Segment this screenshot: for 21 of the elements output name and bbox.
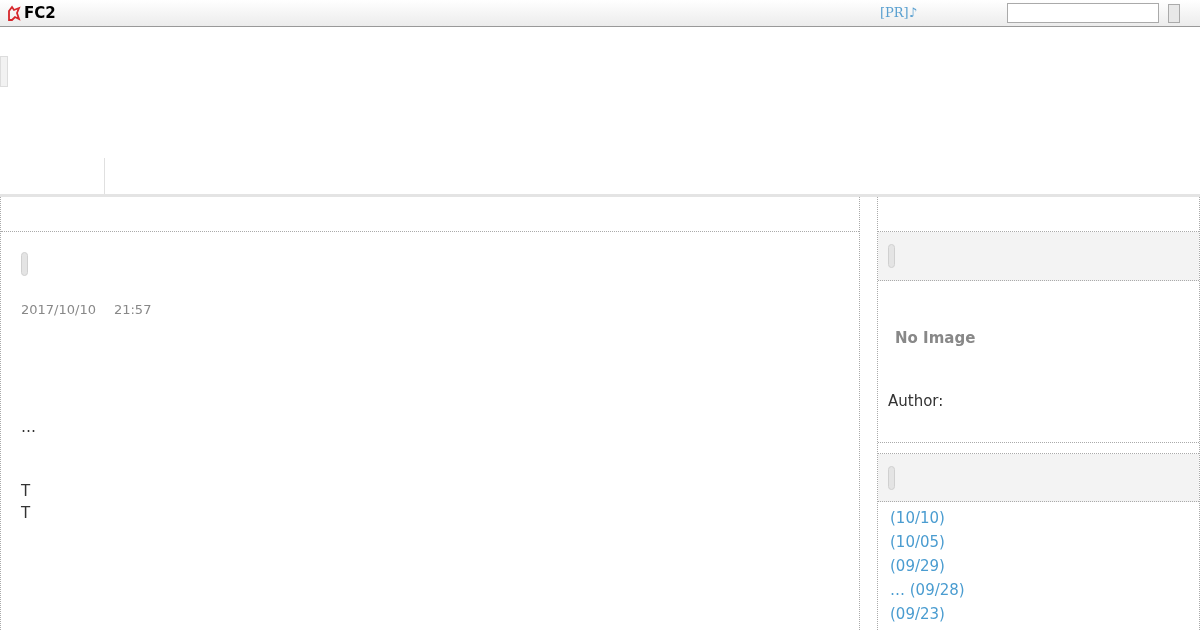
logo-icon — [6, 5, 22, 21]
recent-entry-link[interactable]: (09/29) — [890, 554, 945, 578]
recent-entry-link[interactable]: (09/23) — [890, 602, 945, 626]
entry-time: 21:57 — [113, 301, 152, 319]
entry-text: T — [21, 503, 31, 524]
entry-date: 2017/10/10 — [21, 301, 96, 319]
heading-placeholder — [888, 244, 895, 268]
no-image-text: No Image — [895, 328, 976, 349]
entry-text: T — [21, 481, 31, 502]
author-label: Author: — [888, 390, 944, 412]
recent-entry-link[interactable]: (10/05) — [890, 530, 945, 554]
search-field[interactable] — [1007, 3, 1159, 23]
entry-excerpt: … — [21, 416, 36, 438]
logo-text: FC2 — [24, 2, 56, 24]
header-title-placeholder — [0, 56, 8, 87]
search-button[interactable] — [1168, 3, 1180, 23]
heading-placeholder — [21, 252, 28, 276]
recent-entry-link[interactable]: (10/10) — [890, 506, 945, 530]
recent-entry-link[interactable]: … (09/28) — [890, 578, 965, 602]
pr-link[interactable]: [PR]♪ — [880, 3, 917, 23]
heading-placeholder — [888, 465, 895, 490]
